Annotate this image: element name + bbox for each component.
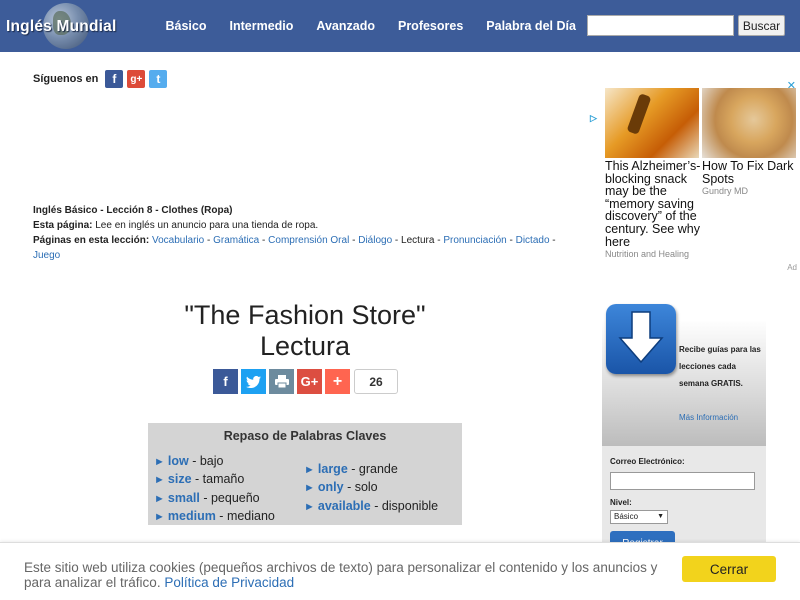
ad-image [605,88,699,158]
ad-image [702,88,796,158]
facebook-icon[interactable]: f [105,70,124,88]
ad-card[interactable]: This Alzheimer’s-blocking snack may be t… [605,88,701,259]
keywords-column-1: ► low - bajo ► size - tamaño ► small - pequ… [154,453,275,526]
share-more-icon[interactable]: + [325,369,350,394]
link-vocabulario[interactable]: Vocabulario [152,235,204,246]
keyword-en: size [167,472,192,487]
lesson-pages: Páginas en esta lección: Vocabulario - G… [33,235,556,261]
search-button[interactable]: Buscar [738,15,785,36]
keyword-item: ► size - tamaño [154,472,245,487]
chevron-down-icon: ▼ [657,513,664,520]
site-logo[interactable]: Inglés Mundial [6,3,128,49]
ad-info-icon[interactable]: ▷ [590,113,600,123]
logo-text: Inglés Mundial [6,18,117,35]
search-input[interactable] [587,15,734,36]
level-label: Nivel: [610,498,632,507]
ad-source: Gundry MD [702,186,749,197]
page-title: "The Fashion Store" Lectura [155,300,455,362]
share-google-plus-icon[interactable]: G+ [297,369,322,394]
keyword-en: small [167,490,200,505]
page-description: Lee en inglés un anuncio para una tienda… [95,220,319,231]
share-count: 26 [354,369,398,394]
signup-promo: Recibe guías para las lecciones cada sem… [679,345,761,388]
keyword-es: mediano [226,508,275,523]
ad-source: Nutrition and Healing [605,249,690,260]
more-info-link[interactable]: Más Información [679,413,738,422]
ad-title: This Alzheimer’s-blocking snack may be t… [605,159,701,249]
ad-title: How To Fix Dark Spots [702,159,794,186]
share-bar: f G+ + 26 [213,369,398,394]
keyword-item: ► medium - mediano [154,508,275,523]
arrow-right-icon: ► [304,500,315,513]
page-title-line1: "The Fashion Store" [184,300,426,330]
nav-basico[interactable]: Básico [154,0,218,52]
arrow-right-icon: ► [154,492,165,505]
privacy-policy-link[interactable]: Política de Privacidad [164,575,294,590]
keyword-item: ► small - pequeño [154,490,260,505]
nav-avanzado[interactable]: Avanzado [305,0,387,52]
top-nav-bar: Inglés Mundial Básico Intermedio Avanzad… [0,0,800,52]
main-nav: Básico Intermedio Avanzado Profesores Pa… [154,0,587,52]
ad-label: Ad [787,263,797,272]
link-dialogo[interactable]: Diálogo [358,235,392,246]
twitter-icon[interactable]: t [149,70,168,88]
share-print-icon[interactable] [269,369,294,394]
keywords-box: Repaso de Palabras Claves ► low - bajo ► s… [148,423,462,525]
keyword-en: only [317,480,344,495]
keyword-es: grande [358,462,398,476]
arrow-right-icon: ► [154,510,165,523]
share-facebook-icon[interactable]: f [213,369,238,394]
page-title-line2: Lectura [259,331,351,361]
signup-form: Correo Electrónico: Nivel: Básico▼ Regis… [602,446,766,556]
nav-profesores[interactable]: Profesores [386,0,474,52]
keyword-en: available [317,498,371,513]
lesson-info: Inglés Básico - Lección 8 - Clothes (Rop… [33,203,578,263]
keyword-es: solo [354,480,378,495]
pages-label: Páginas en esta lección: [33,235,150,246]
keyword-es: tamaño [202,472,245,487]
email-field[interactable] [610,472,755,490]
arrow-right-icon: ► [154,474,165,487]
arrow-right-icon: ► [304,464,315,476]
ad-card[interactable]: How To Fix Dark Spots Gundry MD [702,88,798,196]
newsletter-signup: Recibe guías para las lecciones cada sem… [602,304,766,556]
keyword-item: ► available - disponible [304,498,439,513]
link-juego[interactable]: Juego [33,250,60,261]
keyword-es: bajo [199,454,224,468]
keyword-item: ► low - bajo [154,454,224,468]
nav-palabra-del-dia[interactable]: Palabra del Día [475,0,588,52]
link-comprension-oral[interactable]: Comprensión Oral [268,235,349,246]
cookie-text: Este sitio web utiliza cookies (pequeños… [24,560,658,590]
keyword-en: low [167,454,189,468]
keywords-column-2: ► large - grande ► only - solo ► available … [304,461,438,516]
current-page: Lectura [401,235,435,246]
link-pronunciacion[interactable]: Pronunciación [443,235,506,246]
keywords-title: Repaso de Palabras Claves [223,429,387,443]
nav-intermedio[interactable]: Intermedio [218,0,305,52]
keyword-en: large [317,462,348,476]
keyword-es: pequeño [210,490,260,505]
advertisement: ▷ ✕ This Alzheimer’s-blocking snack may … [588,78,800,274]
page-label: Esta página: [33,220,93,231]
social-follow: Síguenos en f g+ t [33,70,171,88]
email-label: Correo Electrónico: [610,457,685,466]
level-value: Básico [614,512,639,521]
keyword-en: medium [167,508,216,523]
share-twitter-icon[interactable] [241,369,266,394]
link-dictado[interactable]: Dictado [516,235,550,246]
cookie-message: Este sitio web utiliza cookies (pequeños… [24,560,669,590]
arrow-right-icon: ► [304,482,315,495]
download-icon [606,304,676,374]
link-gramatica[interactable]: Gramática [213,235,259,246]
cookie-banner: Este sitio web utiliza cookies (pequeños… [0,542,800,600]
keyword-item: ► only - solo [304,480,378,495]
cookie-close-button[interactable]: Cerrar [682,556,776,582]
keyword-es: disponible [381,498,439,513]
lesson-title: Inglés Básico - Lección 8 - Clothes (Rop… [33,205,233,216]
keyword-item: ► large - grande [304,462,398,476]
arrow-right-icon: ► [154,456,165,468]
social-label: Síguenos en [33,73,99,85]
google-plus-icon[interactable]: g+ [127,70,146,88]
level-select[interactable]: Básico ▼ [610,510,668,524]
